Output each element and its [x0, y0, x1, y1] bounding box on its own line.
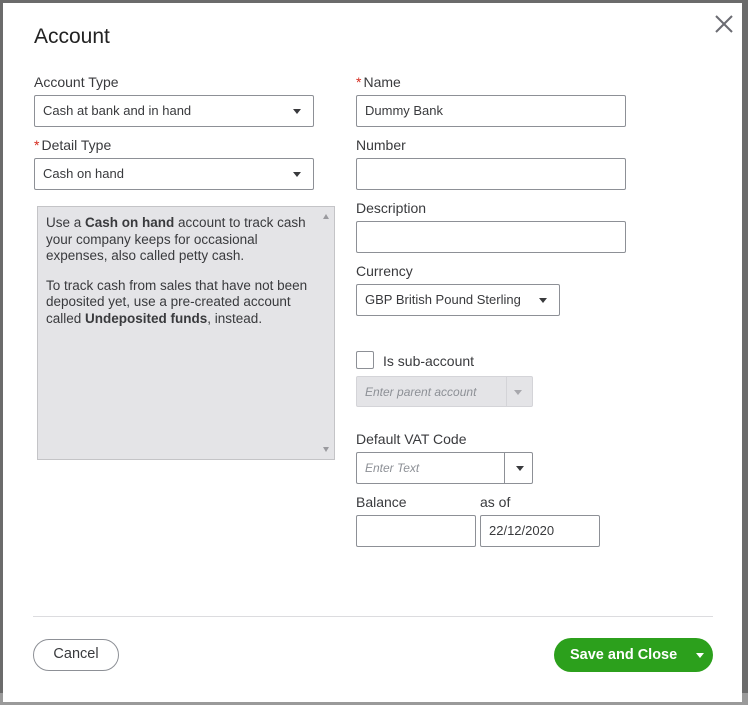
- description-paragraph-1: Use a Cash on hand account to track cash…: [46, 215, 306, 263]
- balance-label: Balance: [356, 494, 407, 510]
- chevron-down-icon: [514, 390, 522, 395]
- dialog-title: Account: [34, 25, 110, 48]
- detail-type-select[interactable]: Cash on hand: [34, 158, 314, 190]
- save-and-close-label: Save and Close: [570, 647, 678, 663]
- name-input[interactable]: [365, 96, 625, 125]
- as-of-date-input[interactable]: [489, 516, 599, 545]
- description-paragraph-2: To track cash from sales that have not b…: [46, 277, 308, 326]
- parent-account-select: Enter parent account: [356, 376, 533, 407]
- description-input[interactable]: [365, 222, 625, 251]
- number-input[interactable]: [365, 159, 625, 188]
- currency-select[interactable]: GBP British Pound Sterling: [356, 284, 560, 316]
- close-button[interactable]: [711, 11, 737, 37]
- select-separator: [504, 453, 505, 483]
- sub-account-checkbox[interactable]: [356, 351, 374, 369]
- detail-type-label: * Detail Type: [34, 137, 112, 153]
- currency-label: Currency: [356, 263, 413, 279]
- account-dialog: Account Account Type Cash at bank and in…: [3, 3, 742, 702]
- vat-code-placeholder: Enter Text: [365, 461, 420, 475]
- currency-value: GBP British Pound Sterling: [365, 292, 521, 307]
- scroll-up-icon[interactable]: [323, 214, 329, 219]
- chevron-down-icon[interactable]: [696, 653, 704, 658]
- vat-code-select[interactable]: Enter Text: [356, 452, 533, 484]
- detail-type-value: Cash on hand: [43, 166, 124, 181]
- chevron-down-icon: [539, 298, 547, 303]
- required-mark: *: [34, 137, 40, 153]
- vat-code-label: Default VAT Code: [356, 431, 467, 447]
- chevron-down-icon: [293, 172, 301, 177]
- chevron-down-icon[interactable]: [516, 466, 524, 471]
- detail-type-description[interactable]: Use a Cash on hand account to track cash…: [37, 206, 335, 460]
- number-field-wrapper: [356, 158, 626, 190]
- scroll-down-icon[interactable]: [323, 447, 329, 452]
- chevron-down-icon: [293, 109, 301, 114]
- as-of-label: as of: [480, 494, 511, 510]
- as-of-date-wrapper: [480, 515, 600, 547]
- parent-account-placeholder: Enter parent account: [365, 385, 477, 399]
- balance-input[interactable]: [365, 516, 475, 545]
- account-type-label: Account Type: [34, 74, 119, 90]
- number-label: Number: [356, 137, 406, 153]
- save-and-close-button[interactable]: Save and Close: [554, 638, 713, 672]
- name-field-wrapper: [356, 95, 626, 127]
- cancel-button[interactable]: Cancel: [33, 639, 119, 671]
- footer-divider: [33, 616, 713, 617]
- description-field-wrapper: [356, 221, 626, 253]
- close-icon: [715, 15, 733, 33]
- required-mark: *: [356, 74, 362, 90]
- name-label: * Name: [356, 74, 401, 90]
- balance-field-wrapper: [356, 515, 476, 547]
- description-label: Description: [356, 200, 427, 216]
- select-separator: [506, 377, 507, 406]
- account-type-select[interactable]: Cash at bank and in hand: [34, 95, 314, 127]
- account-type-value: Cash at bank and in hand: [43, 103, 192, 118]
- sub-account-label: Is sub-account: [383, 353, 475, 369]
